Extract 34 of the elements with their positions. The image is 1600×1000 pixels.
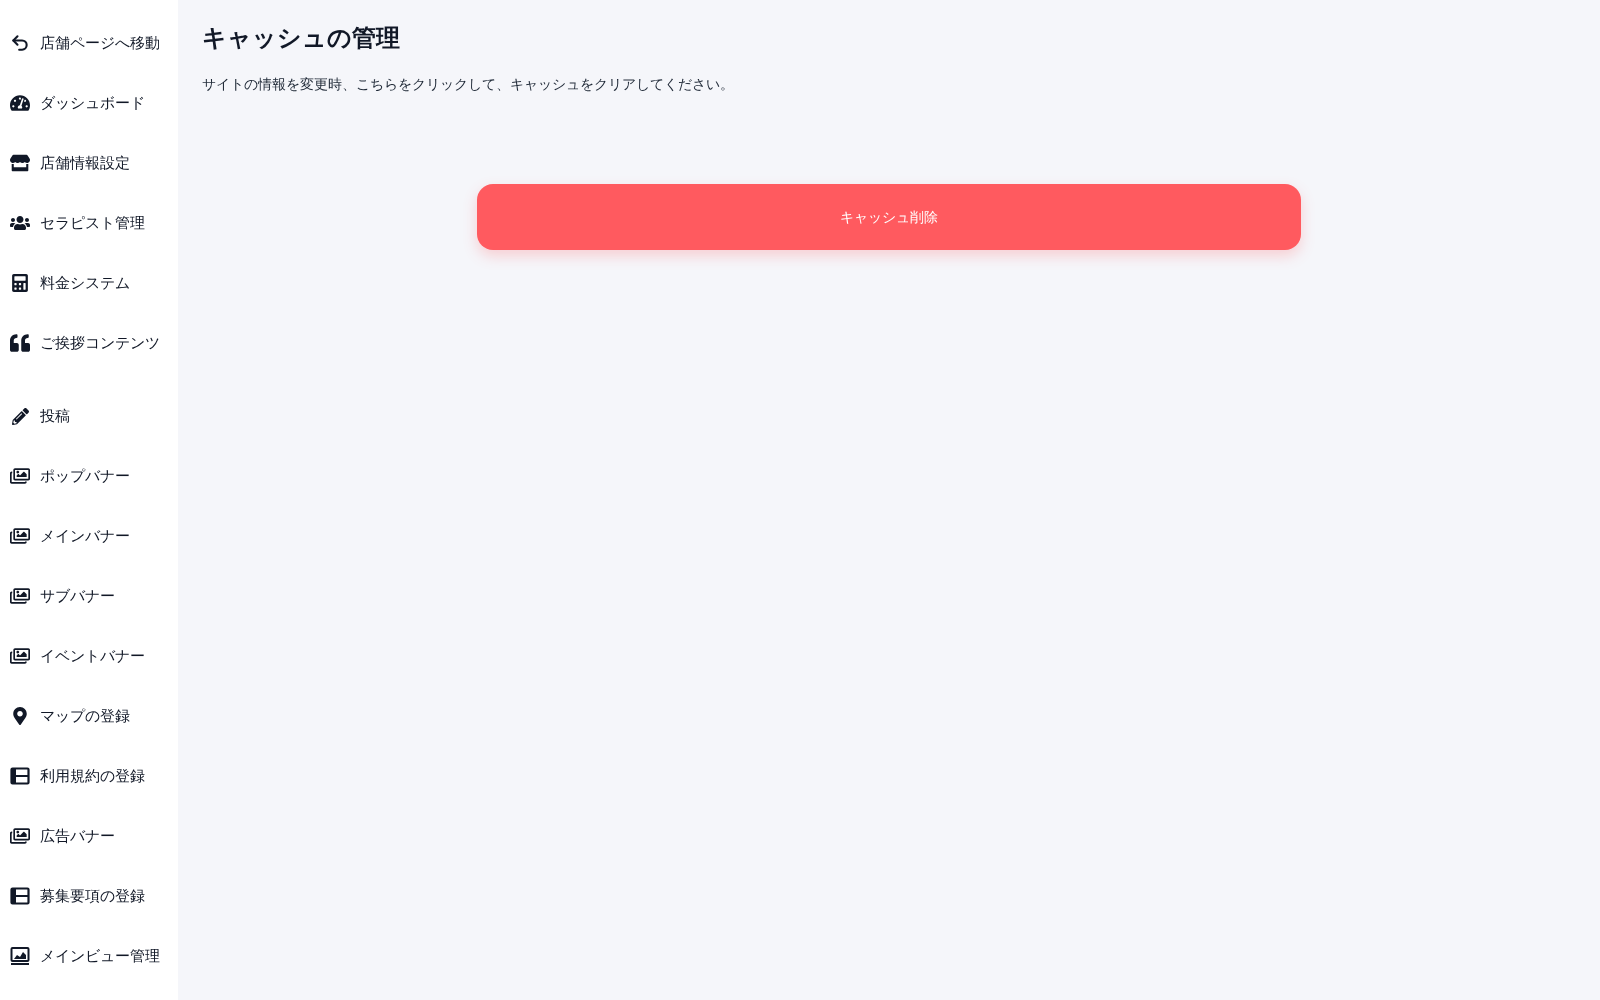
users-icon xyxy=(10,213,30,233)
return-arrow-icon xyxy=(10,33,30,53)
sidebar-item[interactable]: 店舗ページへ移動 xyxy=(0,13,178,73)
sidebar-item[interactable]: 料金システム xyxy=(0,253,178,313)
sidebar-item[interactable]: 募集要項の登録 xyxy=(0,866,178,926)
sidebar-item[interactable]: セラピスト管理 xyxy=(0,193,178,253)
page-title: キャッシュの管理 xyxy=(202,23,400,53)
sidebar-item[interactable]: サブバナー xyxy=(0,566,178,626)
chart-monitor-icon xyxy=(10,946,30,966)
map-pin-icon xyxy=(10,706,30,726)
sidebar-item[interactable]: 店舗情報設定 xyxy=(0,133,178,193)
images-icon xyxy=(10,646,30,666)
images-icon xyxy=(10,586,30,606)
dashboard-gauge-icon xyxy=(10,93,30,113)
sidebar-item[interactable]: 投稿 xyxy=(0,386,178,446)
page-description: サイトの情報を変更時、こちらをクリックして、キャッシュをクリアしてください。 xyxy=(202,75,734,94)
calculator-icon xyxy=(10,273,30,293)
quote-icon xyxy=(10,333,30,353)
sidebar-item[interactable]: メインバナー xyxy=(0,506,178,566)
sidebar-item[interactable]: ポップバナー xyxy=(0,446,178,506)
pencil-icon xyxy=(10,406,30,426)
sidebar-item[interactable]: ダッシュボード xyxy=(0,73,178,133)
layout-icon xyxy=(10,886,30,906)
sidebar-item[interactable]: マップの登録 xyxy=(0,686,178,746)
sidebar-item[interactable]: メインビュー管理 xyxy=(0,926,178,986)
store-icon xyxy=(10,153,30,173)
sidebar-item[interactable]: ご挨拶コンテンツ xyxy=(0,313,178,373)
images-icon xyxy=(10,526,30,546)
sidebar-item[interactable]: 利用規約の登録 xyxy=(0,746,178,806)
sidebar-item[interactable]: 広告バナー xyxy=(0,806,178,866)
images-icon xyxy=(10,466,30,486)
sidebar-item[interactable]: イベントバナー xyxy=(0,626,178,686)
images-icon xyxy=(10,826,30,846)
layout-icon xyxy=(10,766,30,786)
